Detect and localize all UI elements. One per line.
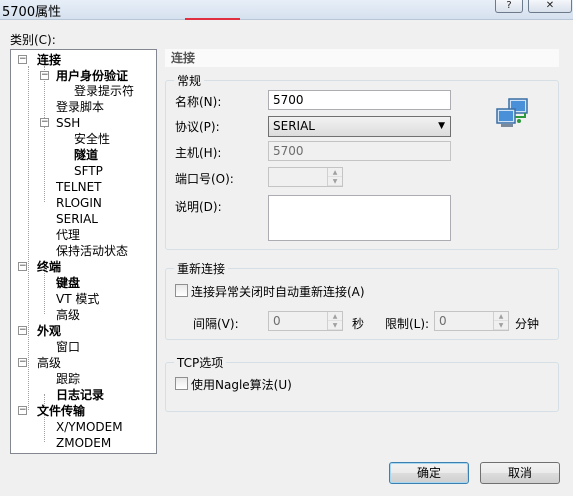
tree-item-label: 日志记录 <box>56 388 105 402</box>
network-computers-icon <box>496 98 528 127</box>
limit-input[interactable]: 0 ▲ ▼ <box>434 311 509 331</box>
spin-down-icon[interactable]: ▼ <box>328 321 342 330</box>
tree-item-label: 保持活动状态 <box>56 244 129 258</box>
host-input[interactable]: 5700 <box>268 141 451 161</box>
spin-up-icon[interactable]: ▲ <box>494 312 508 321</box>
group-title: 重新连接 <box>174 260 229 277</box>
tree-item-label: SFTP <box>74 164 103 178</box>
tree-item-label: 高级 <box>37 356 62 370</box>
port-label: 端口号(O): <box>175 172 234 186</box>
interval-unit: 秒 <box>352 317 365 331</box>
limit-value: 0 <box>439 314 447 328</box>
host-label: 主机(H): <box>175 146 222 160</box>
collapse-icon[interactable]: − <box>40 118 49 127</box>
collapse-icon[interactable]: − <box>18 358 27 367</box>
tree-item-label: TELNET <box>56 180 102 194</box>
group-title: 常规 <box>174 72 205 89</box>
category-label: 类别(C): <box>10 33 56 47</box>
interval-input[interactable]: 0 ▲ ▼ <box>268 311 343 331</box>
tree-item-label: 用户身份验证 <box>56 69 129 83</box>
name-input[interactable]: 5700 <box>268 90 451 110</box>
tree-item-label: X/YMODEM <box>56 420 123 434</box>
auto-reconnect-checkbox[interactable] <box>175 284 188 297</box>
ok-button[interactable]: 确定 <box>389 462 469 484</box>
tree-item-label: RLOGIN <box>56 196 102 210</box>
tree-item-label: 安全性 <box>74 132 111 146</box>
title-bar: 5700属性 ? ✕ <box>0 0 573 20</box>
interval-value: 0 <box>273 314 281 328</box>
help-button[interactable]: ? <box>495 0 523 13</box>
close-button[interactable]: ✕ <box>528 0 572 13</box>
collapse-icon[interactable]: − <box>18 326 27 335</box>
tree-item-label: 登录脚本 <box>56 100 105 114</box>
protocol-label: 协议(P): <box>175 120 220 134</box>
collapse-icon[interactable]: − <box>18 55 27 64</box>
description-input[interactable] <box>268 195 451 241</box>
tree-line <box>28 66 29 410</box>
tree-item-label: 代理 <box>56 228 81 242</box>
tree-item-label: 窗口 <box>56 340 81 354</box>
group-title: TCP选项 <box>174 354 227 371</box>
interval-label: 间隔(V): <box>193 317 239 331</box>
spin-up-icon[interactable]: ▲ <box>328 168 342 177</box>
tree-item-label: 高级 <box>56 308 81 322</box>
tree-item-label: ZMODEM <box>56 436 112 450</box>
tree-item-label: 键盘 <box>56 276 81 290</box>
tree-item-label: SERIAL <box>56 212 98 226</box>
window-title: 5700属性 <box>2 5 62 20</box>
tree-item-label: 连接 <box>37 53 62 67</box>
spin-up-icon[interactable]: ▲ <box>328 312 342 321</box>
nagle-label: 使用Nagle算法(U) <box>191 378 292 392</box>
name-label: 名称(N): <box>175 95 222 109</box>
port-input[interactable]: ▲ ▼ <box>268 167 343 187</box>
tree-item-label: 登录提示符 <box>74 84 135 98</box>
page-header: 连接 <box>165 49 559 67</box>
tree-item-label: 跟踪 <box>56 372 81 386</box>
tree-item-label: 文件传输 <box>37 404 86 418</box>
title-decoration <box>185 18 240 20</box>
limit-label: 限制(L): <box>385 317 430 331</box>
dropdown-arrow-icon: ▼ <box>438 121 445 131</box>
collapse-icon[interactable]: − <box>40 71 49 80</box>
description-label: 说明(D): <box>175 200 222 214</box>
nagle-checkbox[interactable] <box>175 377 188 390</box>
tree-item-label: SSH <box>56 116 81 130</box>
spin-down-icon[interactable]: ▼ <box>494 321 508 330</box>
protocol-value: SERIAL <box>273 119 315 133</box>
tree-item-label: 终端 <box>37 260 62 274</box>
tree-item-label: VT 模式 <box>56 292 100 306</box>
collapse-icon[interactable]: − <box>18 262 27 271</box>
limit-unit: 分钟 <box>515 317 540 331</box>
tree-line <box>44 66 45 202</box>
tree-item-label: 外观 <box>37 324 62 338</box>
tree-item-label: 隧道 <box>74 148 99 162</box>
auto-reconnect-label: 连接异常关闭时自动重新连接(A) <box>191 285 365 299</box>
category-tree[interactable]: − 连接 − 用户身份验证 登录提示符 登录脚本 − SSH 安全性 隧道 SF… <box>10 49 157 454</box>
cancel-button[interactable]: 取消 <box>480 462 560 484</box>
spin-down-icon[interactable]: ▼ <box>328 177 342 186</box>
protocol-select[interactable]: SERIAL ▼ <box>268 116 451 137</box>
collapse-icon[interactable]: − <box>18 406 27 415</box>
